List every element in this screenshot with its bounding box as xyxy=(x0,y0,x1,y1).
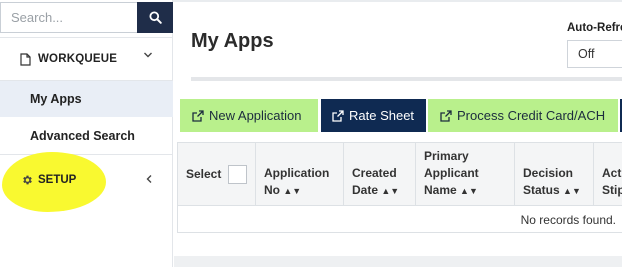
column-select: Select xyxy=(178,143,256,206)
sort-icon: ▲▼ xyxy=(283,186,302,196)
column-label: Applicant xyxy=(424,166,479,180)
external-link-icon xyxy=(192,109,204,122)
search-icon xyxy=(148,11,162,24)
sidebar-item-label: Advanced Search xyxy=(30,129,135,143)
sidebar-search xyxy=(0,2,173,34)
search-input[interactable] xyxy=(0,2,137,33)
sort-icon: ▲▼ xyxy=(460,186,478,196)
divider xyxy=(0,154,173,155)
column-label: Application xyxy=(264,166,330,180)
sidebar-item-advanced-search[interactable]: Advanced Search xyxy=(0,118,173,154)
column-label: Decision xyxy=(523,166,574,180)
new-application-button[interactable]: New Application xyxy=(180,99,318,132)
column-label: No xyxy=(264,183,280,197)
column-label: Acti xyxy=(602,166,622,180)
sidebar-item-label: SETUP xyxy=(38,174,77,186)
process-credit-card-ach-button[interactable]: Process Credit Card/ACH xyxy=(428,99,618,132)
empty-table-message: No records found. xyxy=(520,213,616,227)
column-application-no[interactable]: Application No ▲▼ xyxy=(256,143,344,206)
file-icon xyxy=(20,52,31,66)
bottom-bar xyxy=(174,256,622,267)
external-link-icon xyxy=(440,109,452,122)
button-label: Rate Sheet xyxy=(349,108,415,123)
auto-refresh-label: Auto-Refre xyxy=(567,22,622,34)
rate-sheet-button[interactable]: Rate Sheet xyxy=(321,99,426,132)
auto-refresh-value: Off xyxy=(578,47,595,61)
apps-table: Select Application No ▲▼ Created Date ▲▼… xyxy=(177,142,622,233)
column-action-stip[interactable]: Acti Stip xyxy=(594,143,622,206)
title-divider xyxy=(191,77,622,81)
gear-icon xyxy=(23,175,32,185)
column-primary-applicant-name[interactable]: Primary Applicant Name ▲▼ xyxy=(416,143,515,206)
sidebar-item-label: My Apps xyxy=(30,92,82,106)
column-label: Stip xyxy=(602,183,622,197)
sidebar-item-setup[interactable]: SETUP xyxy=(0,160,173,200)
column-label: Name xyxy=(424,183,457,197)
auto-refresh-select[interactable]: Off xyxy=(567,40,622,68)
chevron-left-icon xyxy=(146,175,152,183)
column-label: Date xyxy=(352,183,379,197)
column-label: Status xyxy=(523,183,560,197)
button-label: New Application xyxy=(209,108,302,123)
sidebar-item-workqueue[interactable]: WORKQUEUE xyxy=(0,38,173,80)
column-label: Primary xyxy=(424,149,469,163)
sort-icon: ▲▼ xyxy=(563,186,581,196)
column-label: Created xyxy=(352,166,397,180)
sidebar: WORKQUEUE My Apps Advanced Search SETUP xyxy=(0,0,173,267)
page-title: My Apps xyxy=(191,30,274,52)
button-label: Process Credit Card/ACH xyxy=(457,108,606,123)
external-link-icon xyxy=(332,109,344,122)
column-created-date[interactable]: Created Date ▲▼ xyxy=(344,143,416,206)
column-label: Select xyxy=(186,167,222,181)
sidebar-item-my-apps[interactable]: My Apps xyxy=(0,81,173,117)
select-all-checkbox[interactable] xyxy=(228,165,248,184)
sidebar-item-label: WORKQUEUE xyxy=(38,53,118,65)
column-decision-status[interactable]: Decision Status ▲▼ xyxy=(515,143,594,206)
sort-icon: ▲▼ xyxy=(381,186,400,196)
chevron-down-icon xyxy=(144,52,152,58)
table-header: Select Application No ▲▼ Created Date ▲▼… xyxy=(178,143,622,206)
main-content: My Apps Auto-Refre Off New Application R… xyxy=(174,2,622,267)
search-button[interactable] xyxy=(137,2,173,33)
